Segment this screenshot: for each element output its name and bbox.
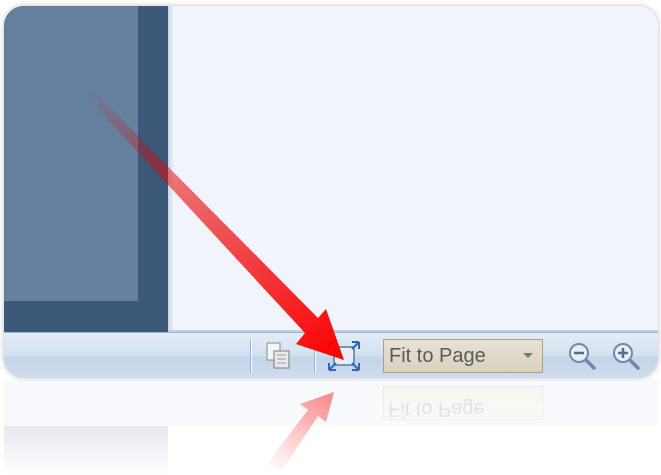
reflection-status-bar — [4, 380, 658, 426]
reflection-navigation-pane — [4, 426, 168, 475]
zoom-in-button[interactable] — [608, 338, 644, 374]
page-layout-button[interactable] — [260, 338, 296, 374]
page-layout-icon — [266, 342, 290, 369]
zoom-level-value: Fit to Page — [389, 344, 486, 367]
navigation-pane-thumbnail[interactable] — [4, 6, 138, 301]
zoom-out-icon — [569, 343, 596, 370]
screenshot-reflection: Fit to Page — [4, 380, 658, 475]
zoom-in-icon — [613, 343, 640, 370]
zoom-out-button[interactable] — [564, 338, 600, 374]
application-window: Fit to Page — [4, 6, 658, 378]
chevron-down-icon — [523, 353, 533, 358]
reflection-content: Fit to Page — [4, 380, 658, 475]
zoom-dropdown-button[interactable] — [514, 340, 542, 372]
fit-to-page-icon — [328, 341, 360, 371]
document-canvas[interactable] — [173, 6, 658, 330]
status-bar-separator — [250, 339, 251, 373]
fit-to-page-button[interactable] — [326, 338, 362, 374]
reflection-zoom-value: Fit to Page — [388, 398, 485, 420]
status-bar-separator — [314, 339, 315, 373]
zoom-level-dropdown[interactable]: Fit to Page — [383, 339, 543, 373]
screenshot-stage: Fit to Page Fit to Page — [0, 0, 661, 475]
status-bar: Fit to Page — [4, 332, 658, 378]
